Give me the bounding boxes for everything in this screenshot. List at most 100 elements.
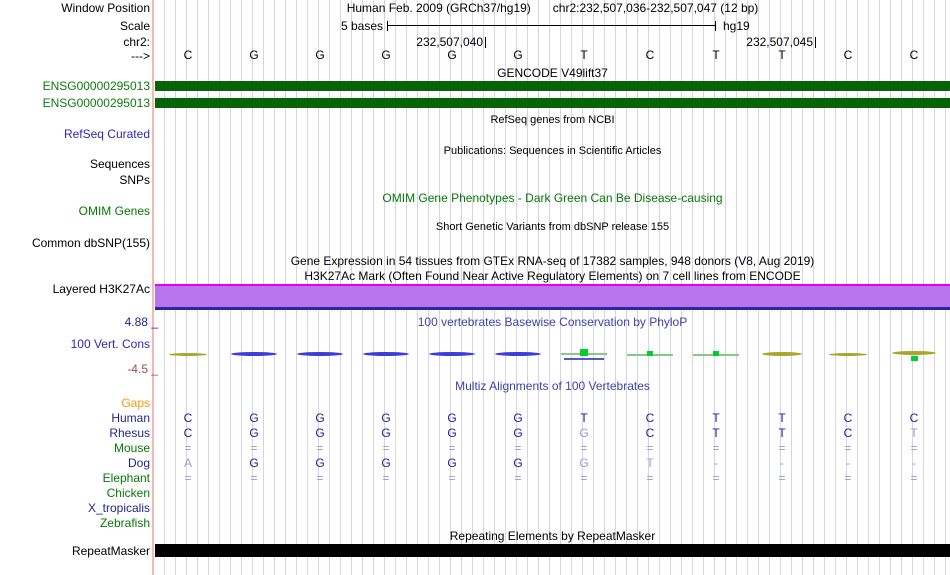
multiz-cell: G	[447, 456, 457, 470]
base-letter: G	[513, 48, 523, 62]
multiz-cell: C	[183, 426, 193, 440]
multiz-cell: T	[910, 426, 918, 440]
multiz-cell: G	[249, 426, 259, 440]
multiz-cell: =	[448, 441, 456, 455]
multiz-cell: G	[447, 426, 457, 440]
dbsnp-track-title: Short Genetic Variants from dbSNP releas…	[435, 221, 670, 233]
phylop-mark	[231, 352, 277, 356]
repeatmasker-label[interactable]: RepeatMasker	[0, 545, 150, 558]
multiz-species-label[interactable]: Zebrafish	[0, 516, 150, 531]
multiz-cell: -	[780, 456, 784, 470]
multiz-cell: C	[183, 411, 193, 425]
gencode-gene-bar[interactable]	[155, 81, 950, 91]
phylop-mark	[297, 352, 343, 356]
multiz-cell: T	[712, 426, 720, 440]
multiz-cell: =	[382, 471, 390, 485]
multiz-cell: =	[448, 471, 456, 485]
ruler-tick	[815, 37, 816, 48]
phylop-mark	[363, 352, 409, 356]
multiz-species-label[interactable]: X_tropicalis	[0, 501, 150, 516]
multiz-cell: G	[381, 456, 391, 470]
h3k27ac-signal-bar[interactable]	[155, 284, 950, 310]
multiz-species-label[interactable]: Dog	[0, 456, 150, 471]
multiz-cell: -	[912, 456, 916, 470]
omim-genes-label[interactable]: OMIM Genes	[0, 205, 150, 218]
phylop-mark	[892, 351, 936, 355]
multiz-cell: =	[580, 471, 588, 485]
multiz-cell: =	[778, 441, 786, 455]
omim-track-title: OMIM Gene Phenotypes - Dark Green Can Be…	[382, 191, 723, 205]
gencode-track-title: GENCODE V49lift37	[497, 66, 608, 80]
base-letter: C	[183, 48, 193, 62]
gencode-item-label[interactable]: ENSG00000295013	[0, 80, 150, 93]
multiz-cell: =	[580, 441, 588, 455]
scale-value: 5 bases	[340, 19, 383, 33]
ruler-number: 232,507,045	[746, 35, 813, 49]
gtex-track-title: Gene Expression in 54 tissues from GTEx …	[290, 254, 815, 268]
multiz-cell: G	[315, 411, 325, 425]
multiz-cell: C	[645, 411, 655, 425]
phylop-min-value: -4.5 _	[127, 362, 158, 376]
multiz-species-label[interactable]: Chicken	[0, 486, 150, 501]
phylop-label[interactable]: 100 Vert. Cons	[0, 338, 150, 351]
base-letter: T	[778, 48, 786, 62]
base-letter: T	[580, 48, 588, 62]
phylop-max-value: 4.88 _	[124, 315, 158, 329]
chrom-label: chr2:	[123, 35, 150, 49]
window-position-title: Human Feb. 2009 (GRCh37/hg19) chr2:232,5…	[155, 2, 950, 15]
h3k27ac-label[interactable]: Layered H3K27Ac	[0, 283, 150, 296]
multiz-cell: G	[579, 456, 589, 470]
multiz-cell: G	[381, 426, 391, 440]
refseq-track-title: RefSeq genes from NCBI	[490, 114, 615, 126]
multiz-cell: C	[843, 426, 853, 440]
window-position-label: Window Position	[61, 1, 150, 15]
multiz-cell: G	[315, 426, 325, 440]
base-letter: G	[249, 48, 259, 62]
multiz-species-label[interactable]: Gaps	[0, 396, 150, 411]
multiz-species-label[interactable]: Human	[0, 411, 150, 426]
phylop-mark	[829, 353, 867, 356]
multiz-cell: G	[513, 411, 523, 425]
multiz-cell: G	[315, 456, 325, 470]
repeatmasker-track-title: Repeating Elements by RepeatMasker	[449, 529, 656, 543]
genome-browser-image: Window Position Scale chr2: ---> Human F…	[0, 0, 950, 575]
sequences-label[interactable]: Sequences	[0, 158, 150, 171]
multiz-cell: G	[513, 426, 523, 440]
phylop-track-title: 100 vertebrates Basewise Conservation by…	[417, 315, 688, 329]
phylop-mark	[564, 358, 604, 360]
strand-arrow: --->	[131, 49, 150, 63]
repeatmasker-element-bar[interactable]	[155, 544, 950, 557]
dbsnp-label[interactable]: Common dbSNP(155)	[0, 237, 150, 250]
multiz-cell: =	[184, 471, 192, 485]
multiz-cell: G	[513, 456, 523, 470]
gencode-item-label[interactable]: ENSG00000295013	[0, 97, 150, 110]
multiz-cell: C	[645, 426, 655, 440]
base-letter: C	[843, 48, 853, 62]
refseq-curated-label[interactable]: RefSeq Curated	[0, 128, 150, 141]
multiz-cell: T	[580, 411, 588, 425]
multiz-species-label[interactable]: Elephant	[0, 471, 150, 486]
h3k27ac-track-title: H3K27Ac Mark (Often Found Near Active Re…	[304, 269, 801, 283]
multiz-species-label[interactable]: Rhesus	[0, 426, 150, 441]
multiz-cell: =	[844, 441, 852, 455]
multiz-cell: =	[316, 471, 324, 485]
multiz-cell: =	[778, 471, 786, 485]
multiz-cell: T	[778, 426, 786, 440]
multiz-cell: G	[579, 426, 589, 440]
phylop-mark	[495, 352, 541, 356]
multiz-cell: =	[382, 441, 390, 455]
gencode-gene-bar[interactable]	[155, 98, 950, 108]
base-letter: T	[712, 48, 720, 62]
multiz-cell: =	[316, 441, 324, 455]
phylop-mark	[910, 356, 918, 361]
multiz-cell: G	[381, 411, 391, 425]
multiz-cell: =	[712, 441, 720, 455]
multiz-cell: =	[646, 441, 654, 455]
scale-label: Scale	[119, 19, 150, 33]
snps-label[interactable]: SNPs	[0, 174, 150, 187]
base-letter: C	[645, 48, 655, 62]
multiz-cell: G	[447, 411, 457, 425]
phylop-mark	[647, 351, 653, 356]
multiz-species-label[interactable]: Mouse	[0, 441, 150, 456]
multiz-track-title: Multiz Alignments of 100 Vertebrates	[455, 379, 650, 393]
